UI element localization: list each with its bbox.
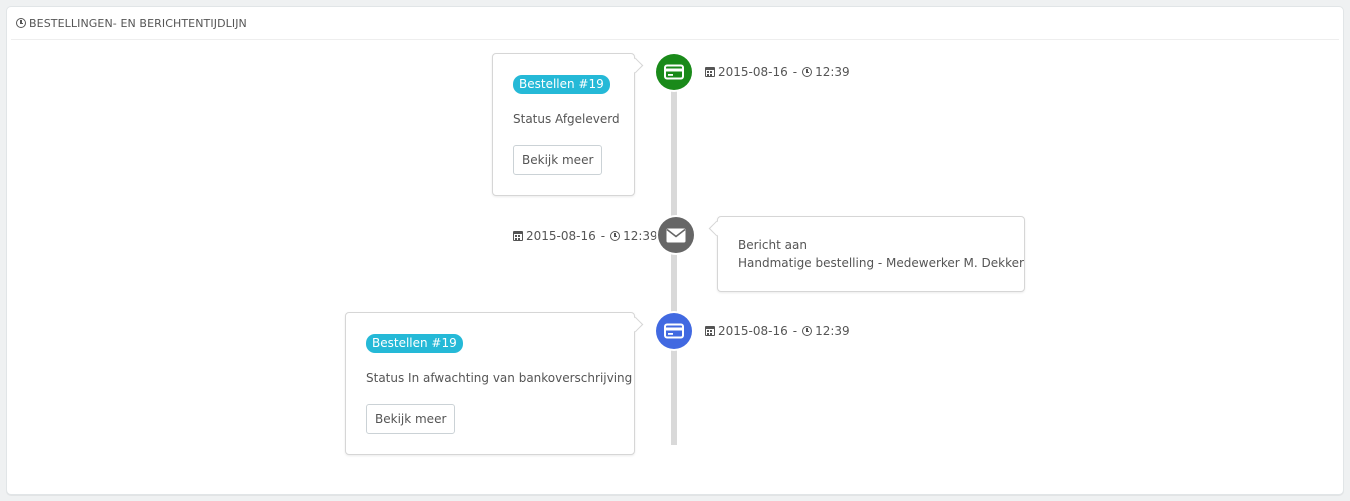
view-more-button[interactable]: Bekijk meer — [513, 145, 603, 175]
order-status: Status Afgeleverd — [513, 112, 620, 126]
calendar-icon — [705, 326, 715, 336]
envelope-icon — [666, 228, 686, 242]
clock-icon — [16, 18, 26, 28]
timestamp: 2015-08-16 - 12:39 — [705, 324, 850, 338]
time-text: 12:39 — [815, 324, 850, 338]
clock-icon — [802, 326, 813, 336]
message-recipient-label: Bericht aan — [738, 238, 807, 252]
timeline-line — [671, 72, 677, 445]
time-text: 12:39 — [623, 229, 658, 243]
date-text: 2015-08-16 — [718, 324, 788, 338]
order-badge[interactable]: Bestellen #19 — [513, 75, 610, 94]
order-badge[interactable]: Bestellen #19 — [366, 334, 463, 353]
panel-title: BESTELLINGEN- EN BERICHTENTIJDLIJN — [29, 16, 247, 30]
calendar-icon — [705, 67, 715, 77]
clock-icon — [610, 231, 621, 241]
message-card: Bericht aan Handmatige bestelling - Mede… — [717, 216, 1025, 292]
date-separator: - — [600, 229, 606, 243]
date-separator: - — [792, 324, 798, 338]
message-node — [658, 217, 694, 253]
timestamp: 2015-08-16 - 12:39 — [705, 65, 850, 79]
order-node — [656, 54, 692, 90]
date-text: 2015-08-16 — [526, 229, 596, 243]
clock-icon — [802, 67, 813, 77]
date-text: 2015-08-16 — [718, 65, 788, 79]
order-card: Bestellen #19 Status Afgeleverd Bekijk m… — [492, 53, 635, 196]
panel-heading: BESTELLINGEN- EN BERICHTENTIJDLIJN — [11, 7, 1339, 40]
calendar-icon — [513, 231, 523, 241]
message-recipient: Handmatige bestelling - Medewerker M. De… — [738, 256, 1024, 270]
time-text: 12:39 — [815, 65, 850, 79]
view-more-button[interactable]: Bekijk meer — [366, 404, 456, 434]
order-card: Bestellen #19 Status In afwachting van b… — [345, 312, 635, 455]
credit-card-icon — [664, 323, 684, 339]
timestamp: 2015-08-16 - 12:39 — [513, 229, 658, 243]
credit-card-icon — [664, 64, 684, 80]
order-node — [656, 313, 692, 349]
date-separator: - — [792, 65, 798, 79]
order-status: Status In afwachting van bankoverschrijv… — [366, 371, 633, 385]
